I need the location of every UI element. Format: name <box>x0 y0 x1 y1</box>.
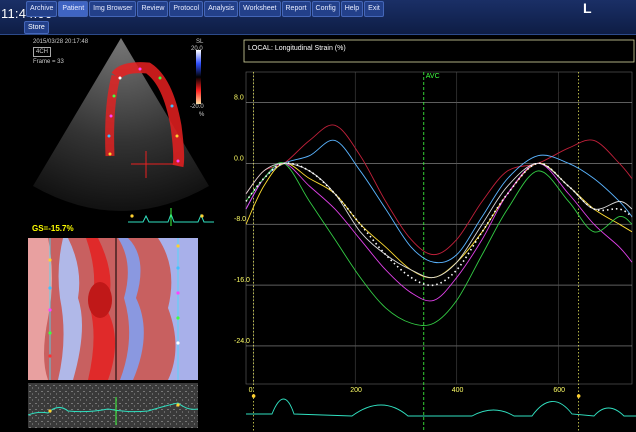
strain-curve-2 <box>245 139 633 264</box>
y-tick-label: -24.0 <box>234 338 250 345</box>
top-bar: 11:44:06 ArchivePatientImg BrowserReview… <box>0 0 636 35</box>
logo: L <box>583 0 592 16</box>
avc-label: AVC <box>426 73 440 80</box>
menu-report[interactable]: Report <box>281 1 311 17</box>
mmode-strip <box>28 383 198 428</box>
scale-label: SL <box>196 39 204 45</box>
menu-worksheet[interactable]: Worksheet <box>239 1 281 17</box>
x-tick-label: 600 <box>553 387 565 394</box>
plot-frame <box>245 71 633 385</box>
menu-patient[interactable]: Patient <box>58 1 89 17</box>
scale-unit: % <box>199 112 205 118</box>
menu-help[interactable]: Help <box>340 1 364 17</box>
strain-curve-4 <box>245 162 633 302</box>
strain-map[interactable] <box>28 238 198 380</box>
menu-img-browser[interactable]: Img Browser <box>89 1 137 17</box>
echo-timestamp: 2015/03/28 20:17:48 <box>33 39 89 45</box>
menu-analysis[interactable]: Analysis <box>204 1 239 17</box>
menu-config[interactable]: Config <box>311 1 340 17</box>
global-strain: GS=-15.7% <box>32 224 74 233</box>
menu-review[interactable]: Review <box>137 1 169 17</box>
x-tick-label: 400 <box>452 387 464 394</box>
y-tick-label: -8.0 <box>234 216 246 223</box>
chart-ecg-trace <box>246 398 636 417</box>
strain-curve-1 <box>245 124 633 256</box>
x-tick-label: 200 <box>350 387 362 394</box>
strain-chart: LOCAL: Longitudinal Strain (%) 8.0 0.0 -8.0… <box>234 39 636 432</box>
menu-protocol[interactable]: Protocol <box>169 1 204 17</box>
scale-max: 20.0 <box>191 46 203 52</box>
echo-info: 2015/03/28 20:17:48 4CH Frame = 33 <box>33 38 88 66</box>
main-menu: Archive Patient Img Browser Review Protocol A… <box>26 1 384 17</box>
store-button[interactable]: Store <box>24 21 49 34</box>
menu-exit[interactable]: Exit <box>364 1 384 17</box>
x-tick-label: 0 <box>249 387 253 394</box>
menu-archive[interactable]: Archive <box>26 1 58 17</box>
y-tick-label: 8.0 <box>234 94 244 101</box>
y-tick-label: -16.0 <box>234 277 250 284</box>
strain-curve-5 <box>245 162 633 326</box>
echo-frame: Frame = 33 <box>33 59 64 65</box>
chart-title: LOCAL: Longitudinal Strain (%) <box>248 45 346 52</box>
ecg-marker <box>576 394 581 398</box>
ecg-marker <box>251 394 256 398</box>
echo-view-badge: 4CH <box>33 47 52 57</box>
y-tick-label: 0.0 <box>234 155 244 162</box>
scale-min: -20.0 <box>190 104 204 110</box>
